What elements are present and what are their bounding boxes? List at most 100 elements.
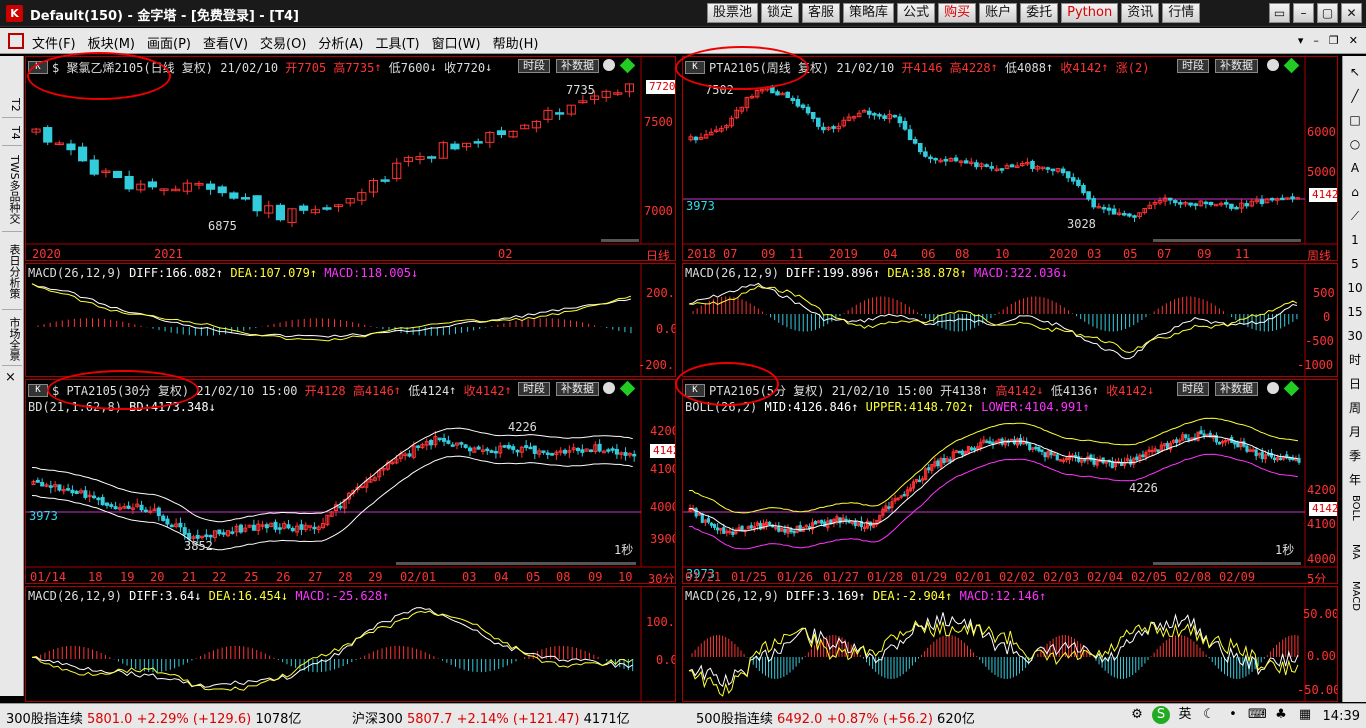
macd-panel-pta-weekly[interactable]: MACD(26,12,9) DIFF:199.896↑ DEA:38.878↑ … xyxy=(682,263,1338,377)
python-icon[interactable]: ⚙ xyxy=(1128,706,1146,724)
settings-gear-icon[interactable] xyxy=(1267,382,1279,394)
tab-daily-analysis[interactable]: 表日分析策 xyxy=(2,234,22,310)
menu-tools[interactable]: 工具(T) xyxy=(375,33,419,52)
grid-icon[interactable]: ▦ xyxy=(1296,706,1314,724)
formula-button[interactable]: 公式 xyxy=(897,3,936,23)
quote-if[interactable]: 300股指连续 5801.0 +2.29% (+129.6) 1078亿 xyxy=(6,708,301,727)
period-10min[interactable]: 10 xyxy=(1344,278,1366,298)
close-icon[interactable]: ✕ xyxy=(1341,3,1362,23)
settings-gear-icon[interactable] xyxy=(1267,59,1279,71)
period-month[interactable]: 月 xyxy=(1344,422,1366,442)
chart-panel-pta-weekly[interactable]: K PTA2105(周线 复权) 21/02/10 开4146 高4228 ↑ 低… xyxy=(682,56,1338,261)
fill-data-button[interactable]: 补数据 xyxy=(556,59,599,73)
account-button[interactable]: 账户 xyxy=(979,3,1018,23)
menu-help[interactable]: 帮助(H) xyxy=(493,33,539,52)
candle-body xyxy=(694,508,698,517)
candle-body xyxy=(731,531,735,536)
menu-trade[interactable]: 交易(O) xyxy=(260,33,306,52)
tab-tws[interactable]: TWS多品种交 xyxy=(2,148,22,232)
tab-t4[interactable]: T4 xyxy=(2,120,22,146)
period-day[interactable]: 日 xyxy=(1344,374,1366,394)
news-button[interactable]: 资讯 xyxy=(1121,3,1160,23)
macd-panel-pvc[interactable]: MACD(26,12,9) DIFF:166.082↑ DEA:107.079↑… xyxy=(25,263,676,377)
menu-analysis[interactable]: 分析(A) xyxy=(318,33,363,52)
punctuation-icon[interactable]: • xyxy=(1224,706,1242,724)
x-tick: 04 xyxy=(494,570,509,584)
keyboard-icon[interactable]: ⌨ xyxy=(1248,706,1267,724)
tab-market-overview[interactable]: 市场全景 xyxy=(2,312,22,366)
quote-name: 沪深300 xyxy=(352,712,403,727)
quotes-button[interactable]: 行情 xyxy=(1162,3,1201,23)
ime-language[interactable]: 英 xyxy=(1176,706,1194,724)
chart-panel-pta-5min[interactable]: K PTA2105(5分 复权) 21/02/10 15:00 开4138 ↑ 高… xyxy=(682,379,1338,584)
customer-service-button[interactable]: 客服 xyxy=(802,3,841,23)
stock-pool-button[interactable]: 股票池 xyxy=(707,3,759,23)
session-button[interactable]: 时段 xyxy=(518,382,550,396)
circle-tool-icon[interactable]: ○ xyxy=(1344,134,1366,154)
period-15min[interactable]: 15 xyxy=(1344,302,1366,322)
candle-body xyxy=(872,113,877,116)
macd-panel-pta-5min[interactable]: MACD(26,12,9) DIFF:3.169↑ DEA:-2.904↑ MA… xyxy=(682,586,1338,702)
settings-gear-icon[interactable] xyxy=(603,59,615,71)
line-tool-icon[interactable]: ╱ xyxy=(1344,86,1366,106)
child-close-icon[interactable]: ✕ xyxy=(1349,34,1358,47)
pointer-icon[interactable]: ↖ xyxy=(1344,62,1366,82)
period-1min[interactable]: 1 xyxy=(1344,230,1366,250)
period-5min[interactable]: 5 xyxy=(1344,254,1366,274)
chart-panel-pvc-daily[interactable]: K $ 聚氯乙烯2105(日线 复权) 21/02/10 开7705 高7735… xyxy=(25,56,676,261)
menu-file[interactable]: 文件(F) xyxy=(32,33,76,52)
session-button[interactable]: 时段 xyxy=(1177,59,1209,73)
restore-layout-icon[interactable]: ▭ xyxy=(1269,3,1290,23)
indicator-macd[interactable]: MACD xyxy=(1344,576,1366,616)
fill-data-button[interactable]: 补数据 xyxy=(1215,382,1258,396)
k-menu-button[interactable]: K xyxy=(685,60,705,74)
indicator-boll[interactable]: BOLL xyxy=(1344,488,1366,528)
session-button[interactable]: 时段 xyxy=(518,59,550,73)
menu-sector[interactable]: 板块(M) xyxy=(88,33,135,52)
session-button[interactable]: 时段 xyxy=(1177,382,1209,396)
fill-data-button[interactable]: 补数据 xyxy=(556,382,599,396)
trend-icon[interactable]: ⟋ xyxy=(1344,206,1366,226)
ime-logo-icon[interactable]: S xyxy=(1152,706,1170,724)
minimize-icon[interactable]: – xyxy=(1293,3,1314,23)
candle-body xyxy=(887,506,891,509)
k-menu-button[interactable]: K xyxy=(685,383,705,397)
y-tick: 0.0 xyxy=(656,322,676,336)
candle-body xyxy=(902,121,908,130)
quote-ic[interactable]: 500股指连续 6492.0 +0.87% (+56.2) 620亿 xyxy=(696,708,975,727)
candle-body xyxy=(204,534,209,538)
order-button[interactable]: 委托 xyxy=(1020,3,1059,23)
period-week[interactable]: 周 xyxy=(1344,398,1366,418)
chart-panel-pta-30min[interactable]: K $ PTA2105(30分 复权) 21/02/10 15:00 开4128… xyxy=(25,379,676,584)
period-30min[interactable]: 30 xyxy=(1344,326,1366,346)
maximize-icon[interactable]: ▢ xyxy=(1317,3,1338,23)
indicator-ma[interactable]: MA xyxy=(1344,532,1366,572)
strategy-library-button[interactable]: 策略库 xyxy=(843,3,895,23)
menu-layout[interactable]: 画面(P) xyxy=(147,33,191,52)
child-minimize-icon[interactable]: – xyxy=(1313,34,1319,47)
text-tool-icon[interactable]: A xyxy=(1344,158,1366,178)
dropdown-icon[interactable]: ▾ xyxy=(1298,34,1304,47)
quote-csi300[interactable]: 沪深300 5807.7 +2.14% (+121.47) 4171亿 xyxy=(352,708,630,727)
rect-tool-icon[interactable]: □ xyxy=(1344,110,1366,130)
child-restore-icon[interactable]: ❐ xyxy=(1329,34,1339,47)
house-icon[interactable]: ⌂ xyxy=(1344,182,1366,202)
menu-view[interactable]: 查看(V) xyxy=(203,33,248,52)
buy-button[interactable]: 购买 xyxy=(938,3,977,23)
macd-panel-pta-30min[interactable]: MACD(26,12,9) DIFF:3.64↓ DEA:16.454↓ MAC… xyxy=(25,586,676,702)
lock-button[interactable]: 锁定 xyxy=(761,3,800,23)
period-year[interactable]: 年 xyxy=(1344,470,1366,490)
period-hour[interactable]: 时 xyxy=(1344,350,1366,370)
shirt-icon[interactable]: ♣ xyxy=(1272,706,1290,724)
menu-window[interactable]: 窗口(W) xyxy=(432,33,481,52)
tab-t2[interactable]: T2 xyxy=(2,92,22,118)
period-quarter[interactable]: 季 xyxy=(1344,446,1366,466)
tab-close-icon[interactable]: × xyxy=(5,370,16,385)
moon-icon[interactable]: ☾ xyxy=(1200,706,1218,724)
k-menu-button[interactable]: K xyxy=(28,60,48,74)
k-menu-button[interactable]: K xyxy=(28,383,48,397)
candle-body xyxy=(709,522,714,526)
settings-gear-icon[interactable] xyxy=(603,382,615,394)
python-button[interactable]: Python xyxy=(1061,3,1119,23)
fill-data-button[interactable]: 补数据 xyxy=(1215,59,1258,73)
